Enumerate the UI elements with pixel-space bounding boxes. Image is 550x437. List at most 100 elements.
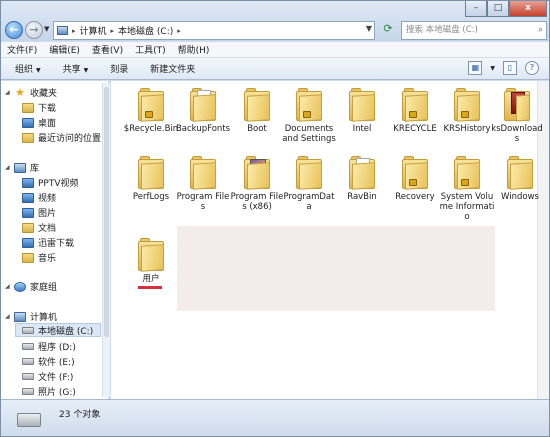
nav-music[interactable]: 音乐 [22, 251, 56, 264]
menu-edit[interactable]: 编辑(E) [49, 43, 80, 56]
drive-icon [22, 326, 34, 334]
nav-documents-label: 文档 [38, 224, 57, 234]
folder-icon [400, 155, 430, 190]
nav-pictures[interactable]: 图片 [22, 206, 56, 219]
change-view-icon[interactable]: ▦ [468, 61, 483, 75]
new-folder-button[interactable]: 新建文件夹 [150, 62, 195, 75]
folder-item[interactable]: Windows [492, 155, 548, 202]
folder-item[interactable]: KRSHistory [439, 87, 495, 134]
folder-label: ProgramData [283, 192, 335, 212]
folder-icon [347, 155, 377, 190]
nav-recent-label: 最近访问的位置 [38, 134, 102, 144]
expand-arrow-icon[interactable]: ◢ [5, 313, 11, 320]
folder-item[interactable]: ksDownloads [489, 87, 545, 144]
explorer-window: – □ x ← → ▼ ▸ 计算机 ▸ 本地磁盘 (C:) ▸ ▼ ⟳ 搜索 本… [0, 0, 550, 437]
nav-favorites[interactable]: ◢ ★ 收藏夹 [5, 85, 57, 100]
nav-libraries[interactable]: ◢ 库 [5, 161, 39, 174]
search-icon[interactable]: ⌕ [538, 22, 543, 39]
forward-arrow-icon: → [29, 23, 39, 36]
menu-help[interactable]: 帮助(H) [178, 43, 210, 56]
breadcrumb-chevron-icon[interactable]: ▸ [111, 27, 115, 35]
folder-item[interactable]: Intel [334, 87, 390, 134]
breadcrumb-computer[interactable]: 计算机 [80, 24, 107, 37]
computer-icon [14, 311, 26, 322]
folder-item[interactable]: Program Files (x86) [229, 155, 285, 212]
folder-item[interactable]: KRECYCLE [387, 87, 443, 134]
folder-icon [502, 87, 532, 122]
address-bar[interactable]: ▸ 计算机 ▸ 本地磁盘 (C:) ▸ ▼ [53, 21, 375, 40]
drive-icon [17, 413, 41, 427]
folder-item[interactable]: $Recycle.Bin [123, 87, 179, 134]
search-placeholder: 搜索 本地磁盘 (C:) [406, 25, 478, 35]
nav-pptv[interactable]: PPTV视频 [22, 176, 79, 189]
nav-pictures-label: 图片 [38, 209, 57, 219]
menu-view[interactable]: 查看(V) [92, 43, 123, 56]
nav-videos[interactable]: 视频 [22, 191, 56, 204]
folder-item[interactable]: 用户 [123, 237, 179, 284]
xunlei-icon [22, 237, 34, 248]
nav-documents[interactable]: 文档 [22, 221, 56, 234]
organize-label: 组织 [15, 65, 34, 75]
nav-pptv-label: PPTV视频 [38, 179, 79, 189]
nav-computer-label: 计算机 [30, 313, 58, 323]
nav-xunlei-label: 迅雷下载 [38, 239, 75, 249]
nav-scrollbar[interactable] [102, 83, 110, 397]
folder-item[interactable]: Boot [229, 87, 285, 134]
menu-file[interactable]: 文件(F) [7, 43, 37, 56]
help-icon[interactable]: ? [525, 61, 539, 75]
nav-drive-c[interactable]: 本地磁盘 (C:) [15, 323, 101, 337]
back-button[interactable]: ← [5, 21, 23, 39]
organize-button[interactable]: 组织 ▼ [15, 62, 41, 75]
nav-downloads[interactable]: 下载 [22, 101, 56, 114]
share-button[interactable]: 共享 ▼ [63, 62, 89, 75]
folder-item[interactable]: BackupFonts [175, 87, 231, 134]
folder-label: Program Files [176, 192, 230, 212]
folder-item[interactable]: Recovery [387, 155, 443, 202]
nav-drive-f[interactable]: 文件 (F:) [22, 370, 73, 383]
view-dropdown-icon[interactable]: ▼ [490, 65, 495, 72]
folder-item[interactable]: PerfLogs [123, 155, 179, 202]
share-dropdown-icon: ▼ [83, 67, 89, 74]
folder-icon [188, 87, 218, 122]
history-dropdown-icon[interactable]: ▼ [44, 25, 49, 33]
breadcrumb-chevron-icon[interactable]: ▸ [177, 27, 181, 35]
desktop-icon [22, 117, 34, 128]
nav-recent[interactable]: 最近访问的位置 [22, 131, 101, 144]
expand-arrow-icon[interactable]: ◢ [5, 164, 11, 171]
search-input[interactable]: 搜索 本地磁盘 (C:) ⌕ [401, 21, 547, 40]
breadcrumb-drive-c[interactable]: 本地磁盘 (C:) [118, 24, 173, 37]
nav-desktop-label: 桌面 [38, 119, 57, 129]
nav-desktop[interactable]: 桌面 [22, 116, 56, 129]
burn-button[interactable]: 刻录 [110, 62, 128, 75]
refresh-button[interactable]: ⟳ [378, 22, 398, 39]
folder-icon [452, 155, 482, 190]
minimize-button[interactable]: – [465, 1, 487, 17]
lock-icon [409, 179, 417, 186]
nav-drive-e[interactable]: 软件 (E:) [22, 355, 75, 368]
homegroup-icon [14, 281, 26, 292]
nav-scrollbar-thumb[interactable] [104, 87, 109, 337]
nav-xunlei[interactable]: 迅雷下载 [22, 236, 74, 249]
maximize-button[interactable]: □ [487, 1, 509, 17]
star-icon: ★ [15, 85, 25, 99]
folder-item[interactable]: RavBin [334, 155, 390, 202]
nav-drive-g[interactable]: 照片 (G:) [22, 385, 76, 398]
folder-icon [294, 87, 324, 122]
nav-drive-d[interactable]: 程序 (D:) [22, 340, 76, 353]
address-dropdown-icon[interactable]: ▼ [366, 24, 372, 33]
expand-arrow-icon[interactable]: ◢ [5, 283, 11, 290]
documents-icon [22, 222, 34, 233]
preview-pane-icon[interactable]: ▯ [503, 61, 517, 75]
folder-item[interactable]: Documents and Settings [281, 87, 337, 144]
menu-tools[interactable]: 工具(T) [135, 43, 166, 56]
breadcrumb-chevron-icon[interactable]: ▸ [72, 27, 76, 35]
folder-item[interactable]: System Volume Informatio [439, 155, 495, 232]
nav-computer[interactable]: ◢ 计算机 [5, 310, 57, 323]
forward-button[interactable]: → [25, 21, 43, 39]
close-button[interactable]: x [509, 1, 547, 17]
nav-homegroup[interactable]: ◢ 家庭组 [5, 280, 57, 293]
lock-icon [461, 179, 469, 186]
folder-item[interactable]: ProgramData [281, 155, 337, 212]
expand-arrow-icon[interactable]: ◢ [5, 89, 11, 96]
folder-item[interactable]: Program Files [175, 155, 231, 212]
